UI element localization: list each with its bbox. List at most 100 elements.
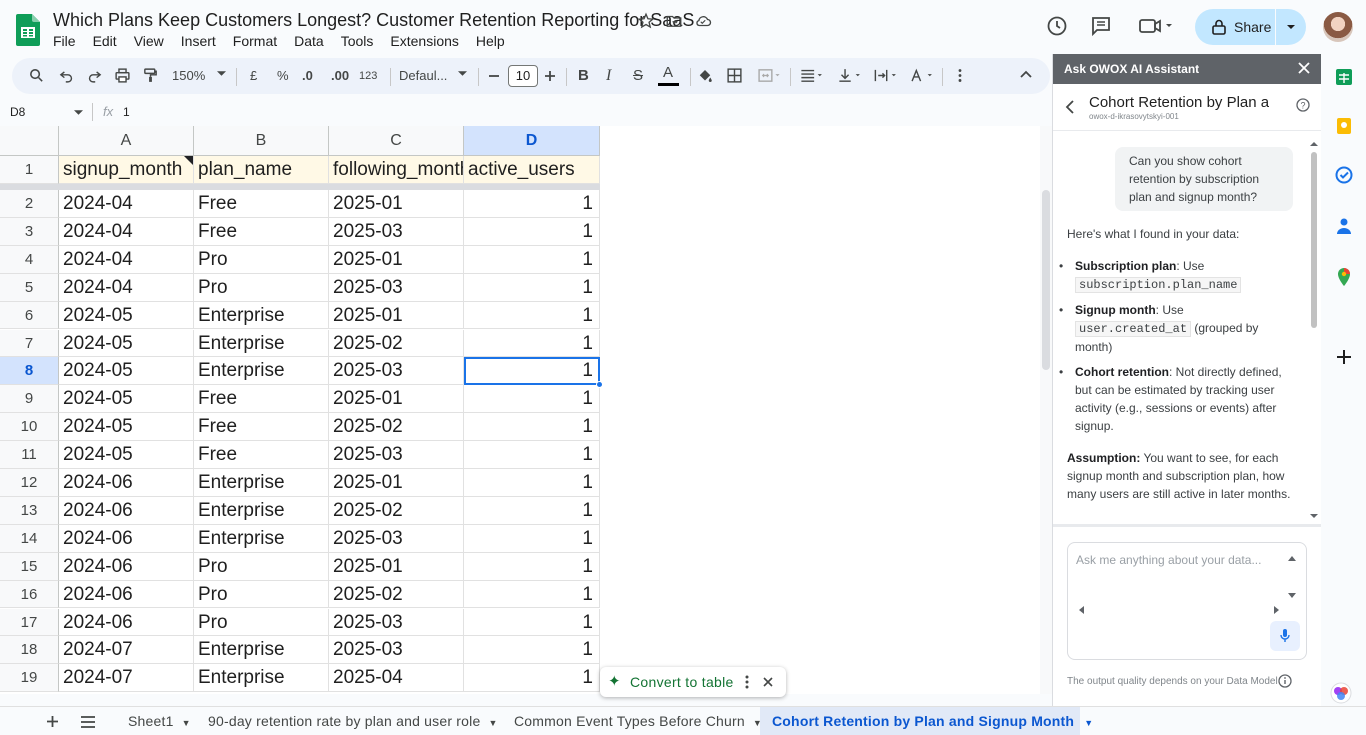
borders-icon[interactable] (726, 67, 743, 84)
column-header-c[interactable]: C (329, 126, 464, 156)
grid-cell[interactable]: 2025-04 (329, 664, 464, 693)
cloud-saved-icon[interactable] (694, 12, 712, 30)
grid-cell[interactable]: 2025-03 (329, 524, 464, 553)
contacts-icon[interactable] (1336, 217, 1352, 235)
grid-cell[interactable]: 2024-06 (59, 552, 194, 581)
grid-cell[interactable]: Pro (194, 245, 329, 274)
menu-insert[interactable]: Insert (181, 33, 216, 49)
row-header[interactable]: 6 (0, 301, 59, 330)
convert-to-table-button[interactable]: Convert to table (630, 674, 734, 690)
add-addon-icon[interactable] (1336, 349, 1352, 365)
add-sheet-icon[interactable] (46, 715, 59, 728)
microphone-button[interactable] (1270, 621, 1300, 651)
currency-format-button[interactable]: £ (250, 67, 257, 85)
zoom-dropdown-icon[interactable] (217, 71, 226, 77)
grid-cell[interactable]: 2025-03 (329, 636, 464, 665)
print-icon[interactable] (114, 67, 131, 84)
grid-cell[interactable]: 2025-02 (329, 580, 464, 609)
redo-icon[interactable] (86, 67, 103, 84)
name-box-dropdown-icon[interactable] (74, 110, 83, 116)
input-scroll-up-icon[interactable] (1288, 555, 1296, 561)
row-header[interactable]: 8 (0, 357, 59, 386)
undo-icon[interactable] (58, 67, 75, 84)
input-scroll-down-icon[interactable] (1288, 593, 1296, 599)
grid-cell[interactable]: 2025-01 (329, 552, 464, 581)
column-header-d[interactable]: D (464, 126, 600, 156)
row-header[interactable]: 1 (0, 156, 59, 184)
grid-cell[interactable]: 2024-07 (59, 664, 194, 693)
row-header[interactable]: 12 (0, 469, 59, 497)
header-cell[interactable]: following_month (329, 156, 464, 184)
font-dropdown-icon[interactable] (458, 71, 467, 77)
grid-cell[interactable]: 1 (464, 413, 600, 442)
font-size-input[interactable]: 10 (508, 65, 538, 87)
column-header-b[interactable]: B (194, 126, 329, 156)
row-header[interactable]: 4 (0, 245, 59, 274)
grid-cell[interactable]: 1 (464, 496, 600, 525)
chat-input-box[interactable]: Ask me anything about your data... (1067, 542, 1307, 660)
comments-icon[interactable] (1089, 14, 1113, 38)
scroll-down-icon[interactable] (1310, 512, 1318, 520)
row-header[interactable]: 11 (0, 441, 59, 469)
grid-cell[interactable]: 1 (464, 608, 600, 637)
sheet-tab-cohort-retention[interactable]: Cohort Retention by Plan and Signup Mont… (760, 707, 1093, 735)
keep-icon[interactable] (1336, 117, 1352, 135)
grid-cell[interactable]: 2024-04 (59, 245, 194, 274)
merge-cells-icon[interactable] (756, 67, 782, 84)
menu-extensions[interactable]: Extensions (390, 33, 458, 49)
chevron-down-icon[interactable]: ▼ (488, 718, 497, 728)
grid-cell[interactable]: Enterprise (194, 469, 329, 497)
increase-font-size-icon[interactable] (544, 70, 556, 82)
font-family-select[interactable]: Defaul... (399, 67, 447, 85)
grid-cell[interactable]: Pro (194, 580, 329, 609)
frozen-row-divider[interactable] (0, 184, 600, 190)
grid-cell[interactable]: 1 (464, 580, 600, 609)
row-header[interactable]: 7 (0, 329, 59, 358)
decrease-decimal-button[interactable]: .0 (302, 67, 313, 85)
grid-cell[interactable]: 2025-01 (329, 301, 464, 330)
grid-cell[interactable]: 2025-03 (329, 441, 464, 469)
formula-input[interactable]: 1 (123, 105, 130, 119)
grid-cell[interactable]: 1 (464, 552, 600, 581)
name-box[interactable]: D8 (10, 105, 25, 119)
header-cell[interactable]: plan_name (194, 156, 329, 184)
header-cell[interactable]: active_users (464, 156, 600, 184)
user-avatar[interactable] (1323, 12, 1353, 42)
grid-cell[interactable]: Enterprise (194, 636, 329, 665)
text-wrapping-icon[interactable] (872, 67, 900, 84)
move-folder-icon[interactable] (665, 12, 683, 30)
grid-cell[interactable]: 2025-01 (329, 385, 464, 414)
grid-cell[interactable]: Free (194, 413, 329, 442)
header-cell[interactable]: signup_month (59, 156, 194, 184)
close-icon[interactable] (1297, 61, 1311, 75)
popup-close-icon[interactable] (763, 677, 773, 687)
sheets-logo-icon[interactable] (16, 14, 40, 46)
zoom-select[interactable]: 150% (172, 67, 205, 85)
chat-scrollbar[interactable] (1310, 140, 1318, 524)
grid-cell[interactable]: Pro (194, 552, 329, 581)
grid-cell[interactable]: Free (194, 190, 329, 218)
grid-cell[interactable]: 2024-05 (59, 357, 194, 386)
grid-cell[interactable]: 2025-03 (329, 217, 464, 246)
grid-cell[interactable]: 1 (464, 217, 600, 246)
search-menus-icon[interactable] (28, 67, 45, 84)
sheet-tab-90-day-retention[interactable]: 90-day retention rate by plan and user r… (196, 707, 510, 735)
maps-icon[interactable] (1336, 267, 1352, 287)
grid-cell[interactable]: Enterprise (194, 301, 329, 330)
grid-cell[interactable]: 1 (464, 441, 600, 469)
spreadsheet-grid[interactable]: A B C D 1 signup_month plan_name following_… (0, 126, 1040, 694)
grid-cell[interactable]: 2025-02 (329, 329, 464, 358)
row-header[interactable]: 9 (0, 385, 59, 414)
input-scroll-left-icon[interactable] (1078, 606, 1084, 614)
grid-cell[interactable]: Pro (194, 608, 329, 637)
row-header[interactable]: 16 (0, 580, 59, 609)
share-dropdown-icon[interactable] (1286, 23, 1296, 31)
row-header[interactable]: 18 (0, 636, 59, 665)
grid-cell[interactable]: 2024-05 (59, 385, 194, 414)
grid-cell[interactable]: 2024-06 (59, 496, 194, 525)
grid-cell[interactable]: 1 (464, 190, 600, 218)
grid-cell[interactable]: 2025-01 (329, 245, 464, 274)
row-header[interactable]: 17 (0, 608, 59, 637)
grid-cell[interactable]: 1 (464, 385, 600, 414)
select-all-corner[interactable] (0, 126, 59, 156)
